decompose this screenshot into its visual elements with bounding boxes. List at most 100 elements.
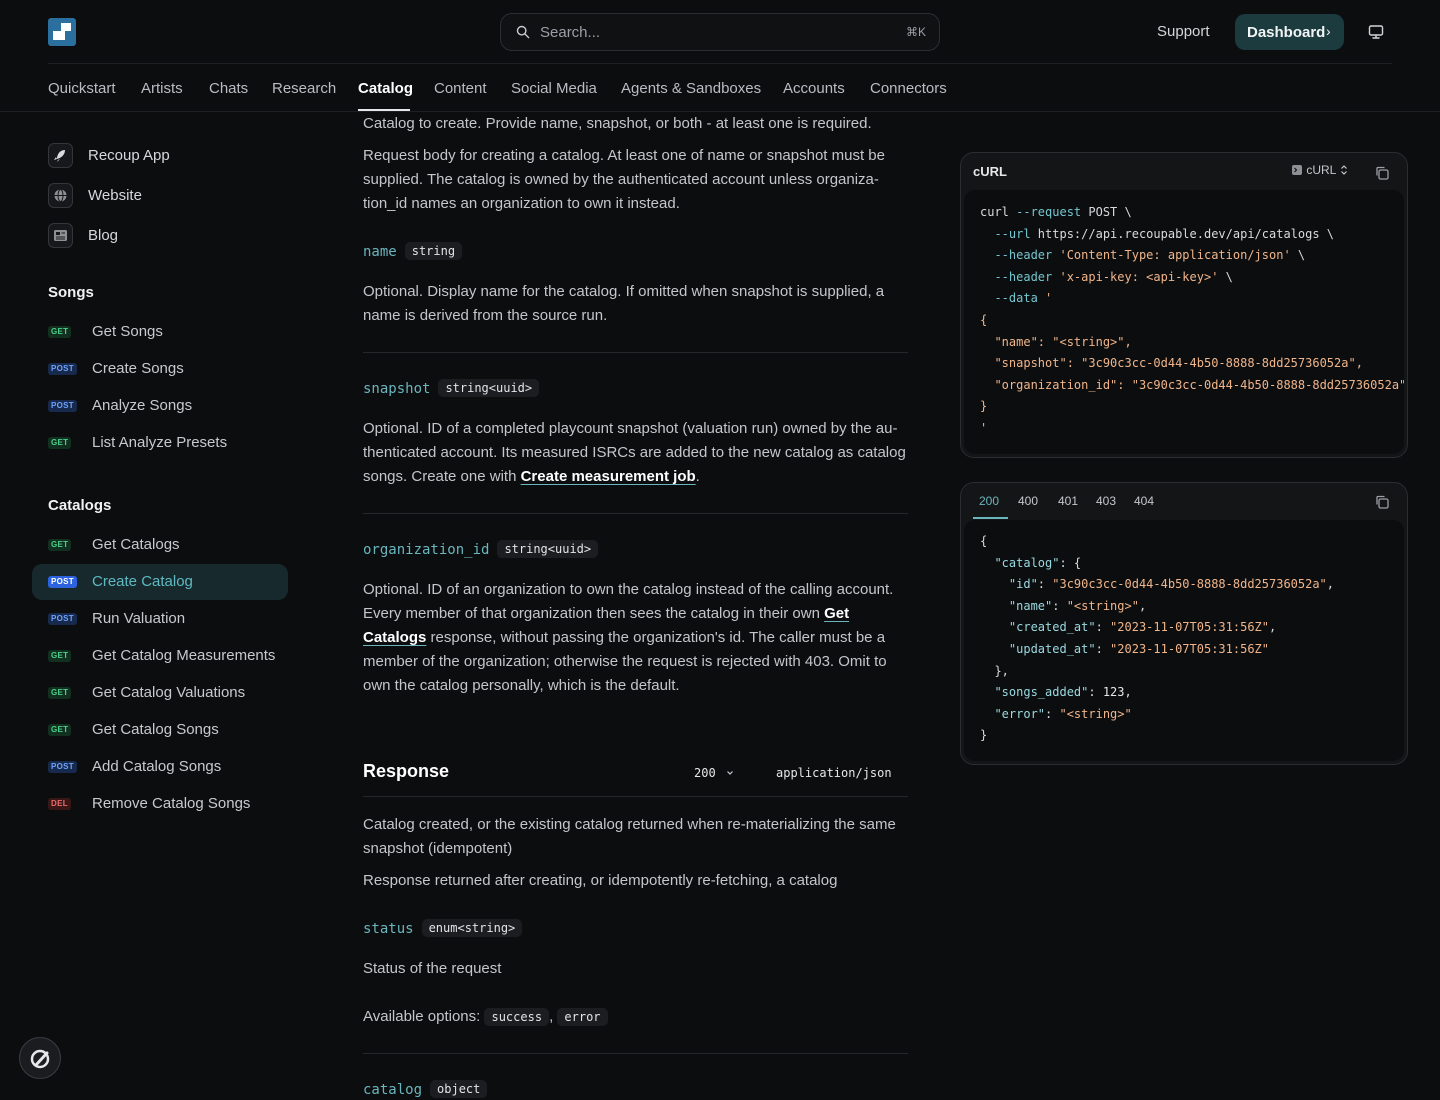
- search-input[interactable]: Search... ⌘K: [500, 13, 940, 51]
- method-badge: POST: [48, 576, 77, 588]
- param-name-label: snapshot: [363, 381, 431, 397]
- sidebar-item-create-catalog[interactable]: POST Create Catalog: [32, 564, 288, 600]
- param-name-label: status: [363, 921, 414, 937]
- sidebar-item-label: Get Catalog Valuations: [92, 684, 246, 701]
- section-tabs: Quickstart Artists Chats Research Catalo…: [0, 64, 1440, 112]
- sidebar-item-list-analyze-presets[interactable]: GET List Analyze Presets: [32, 425, 288, 461]
- chevron-updown-icon: [1341, 165, 1348, 175]
- code-block: { "catalog": { "id": "3c90c3cc-0d44-4b50…: [964, 520, 1404, 761]
- code-token: "<string>": [1066, 598, 1139, 613]
- sidebar-item-get-catalogs[interactable]: GET Get Catalogs: [32, 527, 288, 563]
- sidebar-item-run-valuation[interactable]: POST Run Valuation: [32, 601, 288, 637]
- dashboard-button[interactable]: Dashboard ›: [1235, 14, 1344, 50]
- code-token: ,: [1269, 620, 1277, 635]
- code-token: :: [1088, 685, 1103, 700]
- code-token: : {: [1059, 555, 1082, 570]
- newspaper-icon: [48, 223, 73, 248]
- globe-icon: [48, 183, 73, 208]
- code-token: 123: [1102, 685, 1125, 700]
- sidebar-item-remove-catalog-songs[interactable]: DEL Remove Catalog Songs: [32, 786, 288, 822]
- response-tab-403[interactable]: 403: [1096, 494, 1116, 508]
- response-tab-400[interactable]: 400: [1018, 494, 1038, 508]
- language-select[interactable]: cURL: [1291, 163, 1349, 181]
- param-type: enum<string>: [421, 919, 523, 937]
- code-token: ,: [1355, 356, 1363, 371]
- assistant-button[interactable]: [19, 1037, 61, 1079]
- curl-code: curl --request POST \ --url https://api.…: [980, 202, 1404, 440]
- param-name: name string: [363, 242, 463, 262]
- code-token: :: [1117, 377, 1132, 392]
- code-token: ': [980, 420, 988, 435]
- code-token: https://api.recoupable.dev/api/catalogs …: [1030, 226, 1335, 241]
- language-label: cURL: [1306, 163, 1336, 177]
- support-link[interactable]: Support: [1157, 23, 1210, 40]
- sidebar-item-analyze-songs[interactable]: POST Analyze Songs: [32, 388, 288, 424]
- sidebar-link-label: Recoup App: [88, 147, 170, 164]
- param-type: string<uuid>: [438, 379, 540, 397]
- tab-artists[interactable]: Artists: [141, 80, 183, 97]
- response-tab-401[interactable]: 401: [1058, 494, 1078, 508]
- code-token: {: [980, 312, 988, 327]
- code-token: \: [1218, 269, 1233, 284]
- curl-request-panel: cURL cURL curl --request POST \ --url ht…: [960, 152, 1408, 458]
- copy-icon[interactable]: [1374, 165, 1390, 181]
- response-code-value: 200: [694, 766, 716, 780]
- method-badge: POST: [48, 363, 77, 375]
- code-token: "organization_id": [980, 377, 1118, 392]
- response-code: { "catalog": { "id": "3c90c3cc-0d44-4b50…: [980, 531, 1334, 747]
- theme-toggle-monitor-icon[interactable]: [1368, 24, 1384, 40]
- sidebar-item-label: Remove Catalog Songs: [92, 795, 251, 812]
- option-chip: success: [484, 1008, 550, 1026]
- tab-quickstart[interactable]: Quickstart: [48, 80, 116, 97]
- chevron-right-icon: ›: [1326, 23, 1331, 39]
- tab-content[interactable]: Content: [434, 80, 487, 97]
- sidebar-item-get-songs[interactable]: GET Get Songs: [32, 314, 288, 350]
- top-bar: Search... ⌘K Support Dashboard ›: [0, 0, 1440, 64]
- create-measurement-job-link[interactable]: Create measurement job: [521, 468, 696, 485]
- param-type: string<uuid>: [497, 540, 599, 558]
- response-tab-200[interactable]: 200: [979, 494, 999, 508]
- description-text: response, without passing the organizati…: [363, 629, 887, 694]
- code-token: :: [1045, 706, 1060, 721]
- code-token: "<string>": [1059, 706, 1132, 721]
- sidebar-item-label: Get Catalog Measurements: [92, 647, 276, 664]
- code-token: "2023-11-07T05:31:56Z": [1110, 641, 1269, 656]
- code-line: {: [980, 310, 1404, 332]
- tab-research[interactable]: Research: [272, 80, 336, 97]
- sidebar-item-create-songs[interactable]: POST Create Songs: [32, 351, 288, 387]
- recoup-logo[interactable]: [48, 18, 76, 46]
- code-line: "created_at": "2023-11-07T05:31:56Z",: [980, 617, 1334, 639]
- sidebar-group-title-songs: Songs: [48, 284, 94, 301]
- code-line: }: [980, 396, 1404, 418]
- method-badge: POST: [48, 761, 77, 773]
- method-badge: GET: [48, 539, 72, 551]
- param-type: object: [430, 1080, 488, 1098]
- response-code-select[interactable]: 200: [694, 766, 735, 780]
- response-tab-404[interactable]: 404: [1134, 494, 1154, 508]
- tab-connectors[interactable]: Connectors: [870, 80, 947, 97]
- divider: [363, 1053, 908, 1054]
- tab-accounts[interactable]: Accounts: [783, 80, 845, 97]
- response-example-panel: 200 400 401 403 404 { "catalog": { "id":…: [960, 482, 1408, 765]
- description-text: Optional. ID of an organization to own t…: [363, 581, 894, 622]
- tab-social-media[interactable]: Social Media: [511, 80, 597, 97]
- tab-agents-sandboxes[interactable]: Agents & Sandboxes: [621, 80, 761, 97]
- divider: [363, 796, 908, 797]
- sidebar-item-get-catalog-measurements[interactable]: GET Get Catalog Measurements: [32, 638, 288, 674]
- code-line: "error": "<string>": [980, 704, 1334, 726]
- response-subdescription: Response returned after creating, or ide…: [363, 872, 838, 889]
- code-line: "organization_id": "3c90c3cc-0d44-4b50-8…: [980, 375, 1404, 397]
- method-badge: DEL: [48, 798, 71, 810]
- copy-icon[interactable]: [1374, 494, 1390, 510]
- sidebar-item-label: Add Catalog Songs: [92, 758, 222, 775]
- tab-catalog[interactable]: Catalog: [358, 80, 413, 97]
- response-field-catalog: catalog object: [363, 1080, 488, 1100]
- sidebar-item-label: Create Catalog: [92, 573, 193, 590]
- sidebar-item-get-catalog-songs[interactable]: GET Get Catalog Songs: [32, 712, 288, 748]
- code-token: :: [1052, 598, 1067, 613]
- tab-chats[interactable]: Chats: [209, 80, 248, 97]
- code-token: --request: [1016, 205, 1082, 219]
- sidebar-item-get-catalog-valuations[interactable]: GET Get Catalog Valuations: [32, 675, 288, 711]
- sidebar-item-add-catalog-songs[interactable]: POST Add Catalog Songs: [32, 749, 288, 785]
- code-line: "updated_at": "2023-11-07T05:31:56Z": [980, 639, 1334, 661]
